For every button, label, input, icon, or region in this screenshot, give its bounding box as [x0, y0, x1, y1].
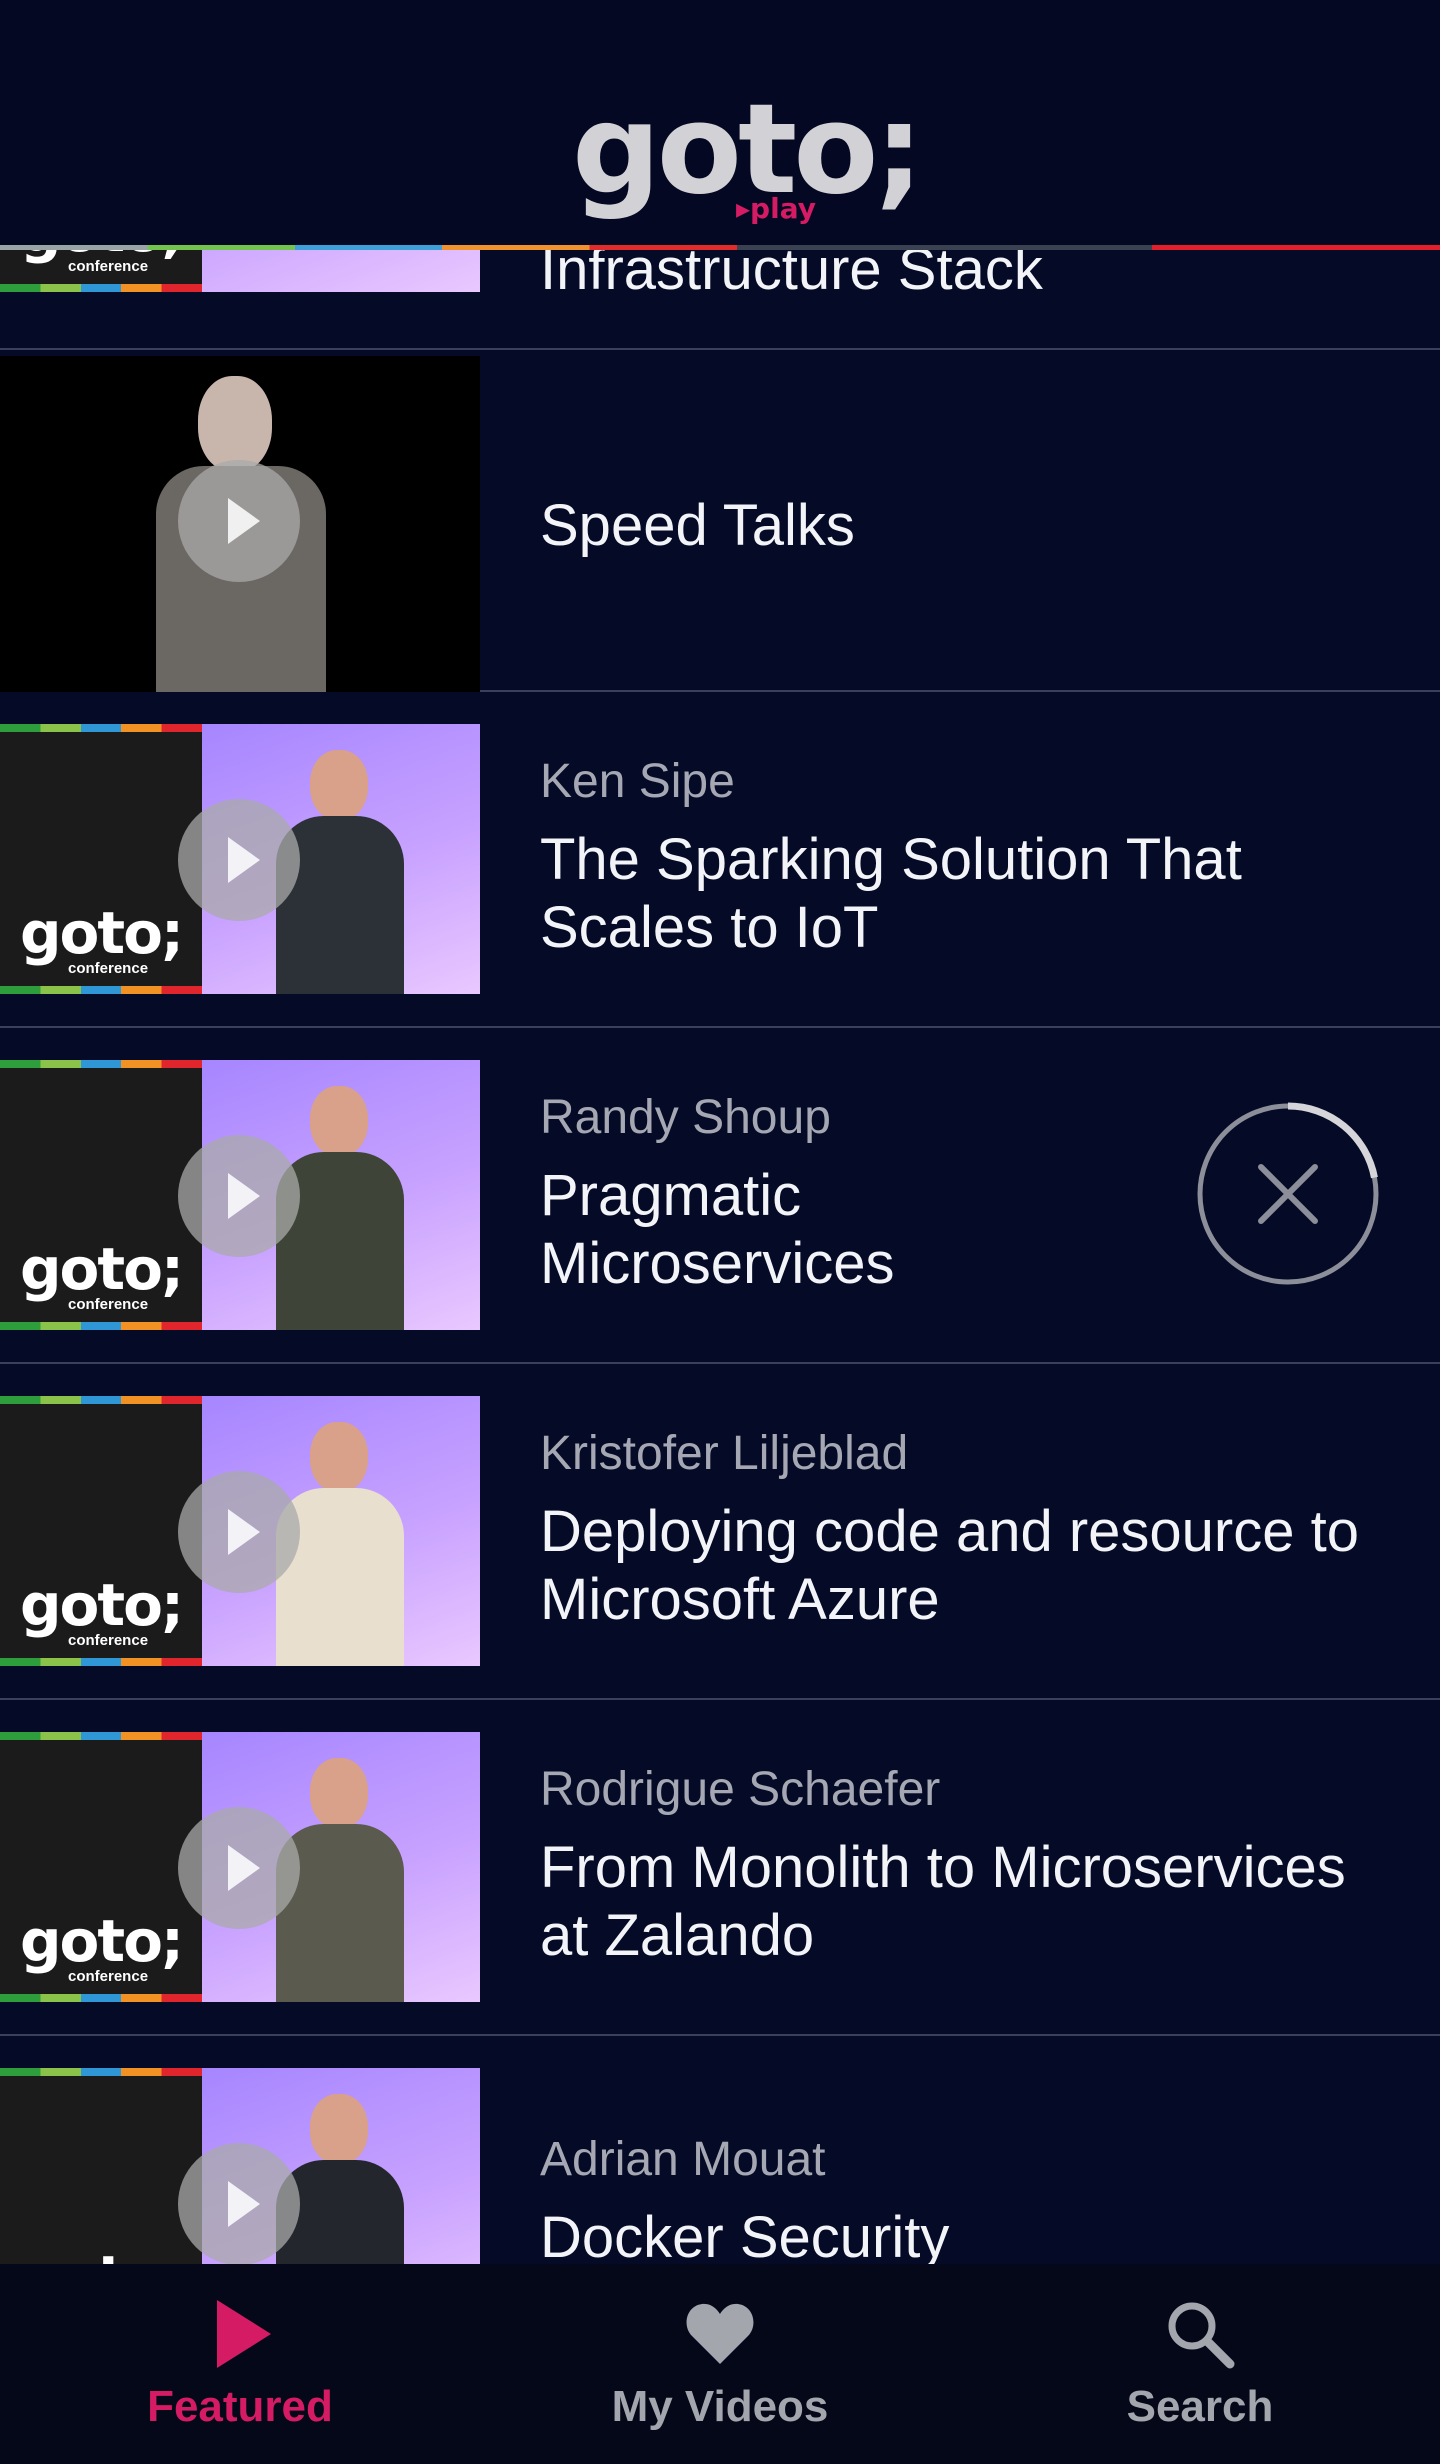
video-thumbnail[interactable]: goto;: [0, 2068, 480, 2264]
speaker-name: Adrian Mouat: [540, 2133, 826, 2186]
goto-logo: goto;: [20, 2248, 184, 2264]
goto-logo: goto;: [20, 1571, 184, 1639]
nav-search[interactable]: Search: [1020, 2264, 1380, 2464]
heart-icon: [686, 2303, 754, 2364]
speaker-name: Ken Sipe: [540, 755, 735, 808]
play-icon[interactable]: [178, 799, 300, 921]
nav-label: My Videos: [611, 2382, 829, 2431]
play-icon[interactable]: [178, 1135, 300, 1257]
bottom-nav: Featured My Videos Search: [0, 2264, 1440, 2464]
conference-label: conference: [68, 1968, 149, 1985]
play-icon[interactable]: [178, 460, 300, 582]
play-icon[interactable]: [178, 1807, 300, 1929]
conference-label: conference: [68, 1296, 149, 1313]
video-thumbnail[interactable]: goto; conference: [0, 1396, 480, 1666]
conference-label: conference: [68, 258, 149, 275]
video-thumbnail[interactable]: goto; conference: [0, 1060, 480, 1330]
close-icon: [1258, 1164, 1318, 1224]
play-icon: [217, 2300, 271, 2368]
video-row[interactable]: goto; Adrian Mouat Docker Security: [0, 2036, 1440, 2264]
app-header: goto; ▸play: [0, 0, 1440, 245]
playback-progress: [0, 245, 1440, 250]
conference-label: conference: [68, 960, 149, 977]
video-title: Speed Talks: [540, 493, 855, 558]
video-title: From Monolith to Microservices at Zaland…: [540, 1835, 1346, 1968]
play-icon[interactable]: [178, 1471, 300, 1593]
video-row[interactable]: goto; conference Kristofer Liljeblad Dep…: [0, 1364, 1440, 1700]
video-title: The Sparking Solution That Scales to IoT: [540, 827, 1242, 960]
video-thumbnail[interactable]: [0, 356, 480, 692]
conference-label: conference: [68, 1632, 149, 1649]
play-icon[interactable]: [178, 2143, 300, 2264]
nav-my-videos[interactable]: My Videos: [540, 2264, 900, 2464]
speaker-name: Randy Shoup: [540, 1091, 831, 1144]
goto-logo: goto;: [20, 899, 184, 967]
download-cancel-button[interactable]: [1195, 1101, 1381, 1287]
playback-progress-fill: [0, 245, 738, 250]
video-title: Deploying code and resource to Microsoft…: [540, 1499, 1359, 1632]
goto-logo: goto;: [20, 1907, 184, 1975]
nav-label: Search: [1126, 2382, 1274, 2431]
nav-label: Featured: [147, 2382, 333, 2431]
goto-logo: goto;: [20, 1235, 184, 1303]
speaker-name: Rodrigue Schaefer: [540, 1763, 941, 1816]
video-row[interactable]: goto; conference Ken Sipe The Sparking S…: [0, 692, 1440, 1028]
video-title: Pragmatic Microservices: [540, 1163, 895, 1296]
video-thumbnail[interactable]: goto; conference: [0, 1732, 480, 2002]
video-thumbnail[interactable]: goto; conference: [0, 724, 480, 994]
search-icon: [1168, 2302, 1235, 2369]
nav-featured[interactable]: Featured: [60, 2264, 420, 2464]
playback-progress-end: [1152, 245, 1440, 250]
video-row[interactable]: goto; conference Rodrigue Schaefer From …: [0, 1700, 1440, 2036]
app-logo: goto; ▸play: [572, 88, 924, 232]
speaker-name: Kristofer Liljeblad: [540, 1427, 909, 1480]
video-row[interactable]: Speed Talks: [0, 356, 1440, 692]
logo-sub: ▸play: [736, 192, 816, 225]
video-title: Docker Security: [540, 2205, 950, 2264]
